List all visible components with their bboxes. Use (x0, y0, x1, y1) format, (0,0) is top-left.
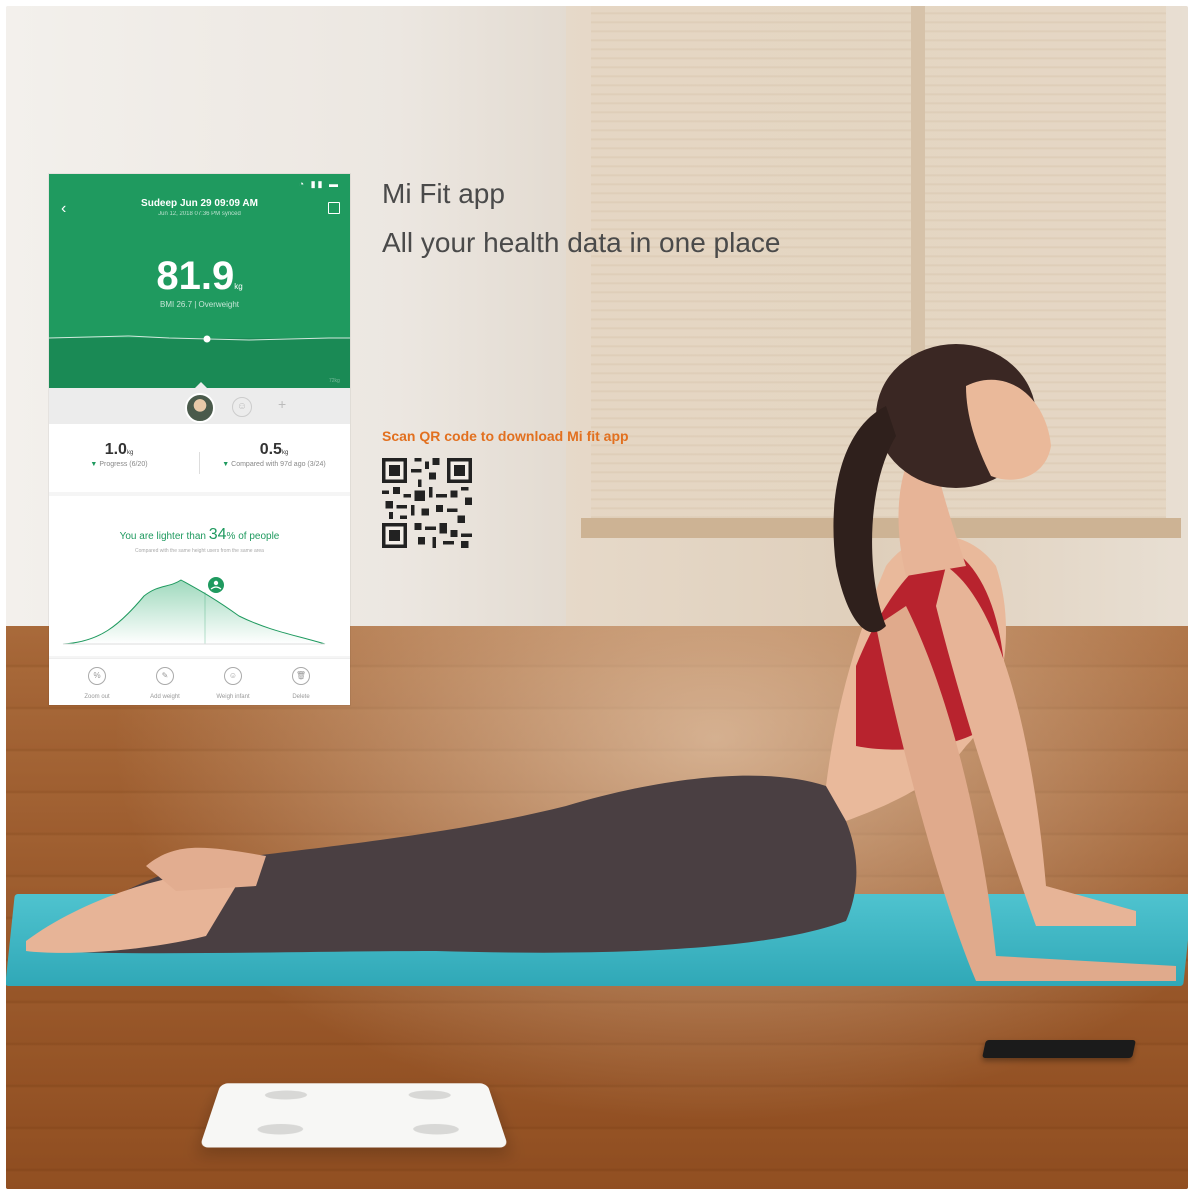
heading-tagline: All your health data in one place (382, 227, 781, 259)
distribution-curve (49, 566, 350, 656)
tab-add-weight[interactable]: ✎ Add weight (135, 665, 195, 700)
sync-time: Jun 12, 2018 07:36 PM synced (49, 211, 350, 217)
header-title: Sudeep Jun 29 09:09 AM (49, 198, 350, 209)
smart-scale (199, 1083, 508, 1147)
comparison-card: You are lighter than 34% of people Compa… (49, 496, 350, 656)
progress-stat: 1.0kg ▼ Progress (6/20) (79, 441, 159, 468)
status-bar-icons: ◔ ▮▮ ▬ (299, 179, 340, 190)
user-selector: ☺ + (49, 388, 350, 424)
promo-image: ◔ ▮▮ ▬ ‹ Sudeep Jun 29 09:09 AM Jun 12, … (6, 6, 1188, 1189)
qr-label: Scan QR code to download Mi fit app (382, 428, 629, 444)
compare-stat: 0.5kg ▼ Compared with 97d ago (3/24) (209, 441, 339, 468)
smartphone-on-floor (982, 1040, 1136, 1058)
tab-zoom-out[interactable]: % Zoom out (67, 665, 127, 700)
comparison-title: You are lighter than 34% of people (49, 526, 350, 544)
trash-icon: 🗑 (292, 667, 310, 685)
edit-icon: ✎ (156, 667, 174, 685)
stat-divider (199, 452, 200, 474)
bottom-toolbar: % Zoom out ✎ Add weight ☺ Weigh infant 🗑… (49, 658, 350, 705)
zoom-out-icon: % (88, 667, 106, 685)
app-header: ◔ ▮▮ ▬ ‹ Sudeep Jun 29 09:09 AM Jun 12, … (49, 174, 350, 388)
weight-value: 81.9kg (49, 254, 350, 299)
weight-trend-chart[interactable]: 72kg (49, 324, 350, 388)
qr-code[interactable] (382, 458, 472, 548)
avatar[interactable] (185, 393, 215, 423)
mi-fit-app-screenshot: ◔ ▮▮ ▬ ‹ Sudeep Jun 29 09:09 AM Jun 12, … (49, 174, 350, 705)
infant-icon: ☺ (224, 667, 242, 685)
tab-delete[interactable]: 🗑 Delete (271, 665, 331, 700)
weight-unit: kg (234, 282, 242, 291)
trend-label: 72kg (329, 378, 340, 384)
heading-app-name: Mi Fit app (382, 178, 505, 210)
user-icon[interactable]: ☺ (232, 397, 252, 417)
add-user-icon[interactable]: + (278, 396, 286, 412)
comparison-subtitle: Compared with the same height users from… (49, 548, 350, 554)
bmi-status: BMI 26.7 | Overweight (49, 300, 350, 309)
tab-weigh-infant[interactable]: ☺ Weigh infant (203, 665, 263, 700)
